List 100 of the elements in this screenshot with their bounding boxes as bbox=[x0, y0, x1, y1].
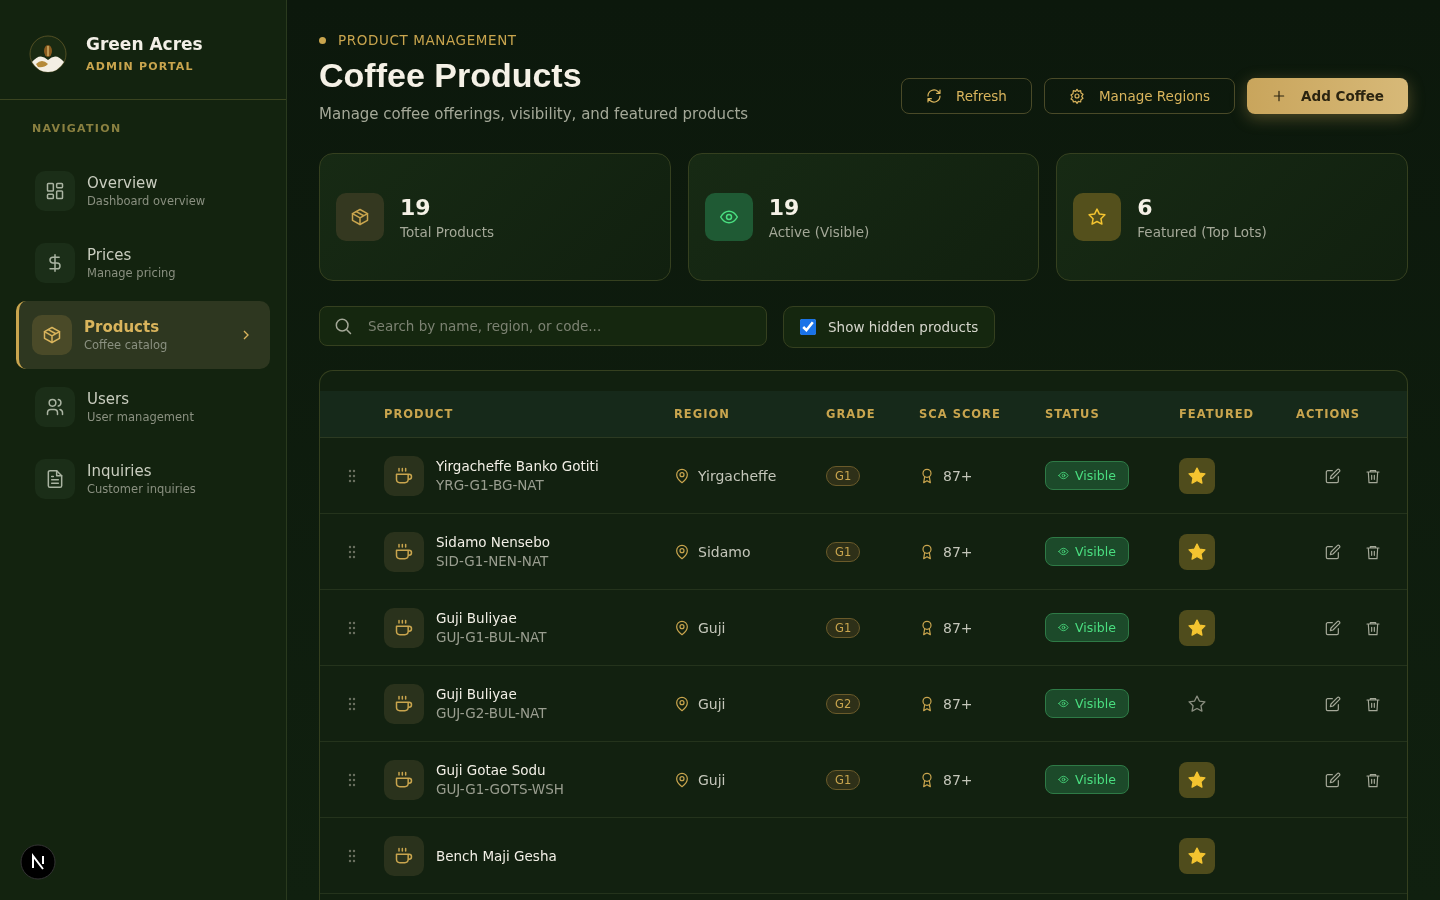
dev-badge-icon[interactable] bbox=[20, 844, 56, 880]
region-text: Sidamo bbox=[698, 543, 751, 560]
status-badge[interactable]: Visible bbox=[1045, 613, 1129, 642]
region-text: Guji bbox=[698, 771, 726, 788]
status-badge[interactable]: Visible bbox=[1045, 689, 1129, 718]
drag-handle-icon[interactable] bbox=[348, 468, 356, 483]
coffee-cup-icon bbox=[394, 541, 414, 562]
coffee-cup-icon bbox=[394, 769, 414, 790]
nav-item[interactable]: Users User management bbox=[16, 373, 270, 441]
product-code: GUJ-G1-GOTS-WSH bbox=[436, 781, 564, 797]
eye-icon bbox=[1058, 546, 1069, 557]
eye-icon bbox=[1058, 470, 1069, 481]
stat-label: Featured (Top Lots) bbox=[1137, 223, 1267, 240]
nav-item[interactable]: Overview Dashboard overview bbox=[16, 157, 270, 225]
nav-item[interactable]: Inquiries Customer inquiries bbox=[16, 445, 270, 513]
drag-handle-icon[interactable] bbox=[348, 544, 356, 559]
edit-icon[interactable] bbox=[1325, 619, 1341, 636]
checkbox-label: Show hidden products bbox=[828, 319, 979, 335]
nav-heading: NAVIGATION bbox=[31, 122, 123, 137]
filter-chip[interactable]: Show hidden products bbox=[783, 306, 996, 348]
status-badge[interactable]: Visible bbox=[1045, 461, 1129, 490]
eye-icon bbox=[718, 207, 739, 227]
edit-icon[interactable] bbox=[1325, 695, 1341, 712]
status-badge[interactable]: Visible bbox=[1045, 537, 1129, 566]
settings-icon bbox=[1068, 88, 1085, 104]
star-icon bbox=[1187, 617, 1207, 638]
page-subtitle: Manage coffee offerings, visibility, and featured products bbox=[319, 105, 749, 123]
delete-icon[interactable] bbox=[1365, 771, 1381, 788]
product-code: YRG-G1-BG-NAT bbox=[436, 477, 545, 493]
column-header: SCA SCORE bbox=[919, 407, 1002, 421]
add-button[interactable]: Add Coffee bbox=[1247, 78, 1408, 114]
map-pin-icon bbox=[674, 543, 690, 560]
featured-toggle[interactable] bbox=[1179, 609, 1215, 646]
product-name: Yirgacheffe Banko Gotiti bbox=[436, 458, 599, 474]
eye-icon bbox=[1058, 698, 1069, 709]
map-pin-icon bbox=[674, 619, 690, 636]
map-pin-icon bbox=[674, 695, 690, 712]
toolbar-button[interactable]: Manage Regions bbox=[1043, 78, 1236, 114]
delete-icon[interactable] bbox=[1365, 695, 1381, 712]
eye-icon bbox=[1058, 774, 1069, 785]
grade-badge: G1 bbox=[826, 541, 861, 562]
column-header: FEATURED bbox=[1179, 407, 1256, 421]
delete-icon[interactable] bbox=[1365, 619, 1381, 636]
nav-item[interactable]: Prices Manage pricing bbox=[16, 229, 270, 297]
users-icon bbox=[45, 397, 65, 417]
product-name: Guji Gotae Sodu bbox=[436, 762, 547, 778]
nav-item[interactable]: Products Coffee catalog bbox=[16, 301, 270, 369]
coffee-cup-icon bbox=[394, 465, 414, 486]
box-icon bbox=[350, 207, 370, 227]
logo-icon bbox=[28, 33, 68, 74]
map-pin-icon bbox=[674, 771, 690, 788]
product-name: Sidamo Nensebo bbox=[436, 534, 550, 550]
brand-subtitle: ADMIN PORTAL bbox=[86, 60, 195, 73]
award-icon bbox=[919, 771, 935, 788]
star-icon bbox=[1187, 541, 1207, 562]
checkbox[interactable] bbox=[800, 319, 816, 335]
coffee-cup-icon bbox=[394, 693, 414, 714]
drag-handle-icon[interactable] bbox=[348, 848, 356, 863]
award-icon bbox=[919, 467, 935, 484]
grid-icon bbox=[45, 181, 65, 201]
status-badge[interactable]: Visible bbox=[1045, 765, 1129, 794]
award-icon bbox=[919, 619, 935, 636]
toolbar-button[interactable]: Refresh bbox=[900, 78, 1032, 114]
section-eyebrow: PRODUCT MANAGEMENT bbox=[319, 32, 517, 48]
region-text: Yirgacheffe bbox=[698, 467, 777, 484]
search-icon bbox=[333, 316, 353, 336]
featured-toggle[interactable] bbox=[1179, 533, 1215, 570]
featured-toggle[interactable] bbox=[1179, 837, 1215, 874]
edit-icon[interactable] bbox=[1325, 543, 1341, 560]
edit-icon[interactable] bbox=[1325, 467, 1341, 484]
refresh-icon bbox=[925, 88, 942, 104]
drag-handle-icon[interactable] bbox=[348, 772, 356, 787]
delete-icon[interactable] bbox=[1365, 543, 1381, 560]
edit-icon[interactable] bbox=[1325, 771, 1341, 788]
column-header: PRODUCT bbox=[384, 407, 455, 421]
brand-name: Green Acres bbox=[86, 34, 203, 54]
drag-handle-icon[interactable] bbox=[348, 620, 356, 635]
box-icon bbox=[42, 325, 62, 345]
product-name: Bench Maji Gesha bbox=[436, 847, 557, 864]
stat-label: Active (Visible) bbox=[768, 223, 870, 240]
search-field[interactable]: Search by name, region, or code... bbox=[319, 306, 767, 346]
sca-score: 87+ bbox=[943, 543, 973, 560]
award-icon bbox=[919, 695, 935, 712]
eye-icon bbox=[1058, 622, 1069, 633]
product-code: SID-G1-NEN-NAT bbox=[436, 553, 550, 569]
drag-handle-icon[interactable] bbox=[348, 696, 356, 711]
map-pin-icon bbox=[674, 467, 690, 484]
column-header: ACTIONS bbox=[1296, 407, 1362, 421]
featured-toggle[interactable] bbox=[1179, 457, 1215, 494]
star-icon bbox=[1187, 769, 1207, 790]
featured-toggle[interactable] bbox=[1179, 761, 1215, 798]
delete-icon[interactable] bbox=[1365, 467, 1381, 484]
coffee-cup-icon bbox=[394, 845, 414, 866]
sca-score: 87+ bbox=[943, 771, 973, 788]
column-header: STATUS bbox=[1045, 407, 1101, 421]
sca-score: 87+ bbox=[943, 695, 973, 712]
award-icon bbox=[919, 543, 935, 560]
stat-value: 19 bbox=[400, 194, 432, 220]
page-title: Coffee Products bbox=[319, 56, 582, 95]
grade-badge: G2 bbox=[826, 693, 861, 714]
